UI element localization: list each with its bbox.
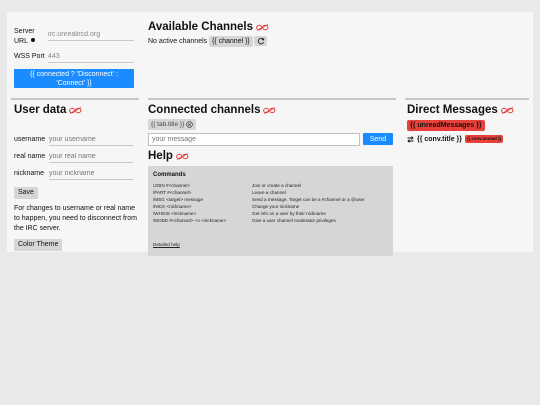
- command-name: /PART #<channel>: [153, 190, 192, 196]
- wss-port-input[interactable]: [48, 53, 134, 63]
- channel-chip[interactable]: {{ channel }}: [209, 36, 253, 47]
- app-window: Server URL WSS Port {{ connected ? 'Disc…: [7, 12, 533, 256]
- channel-tab-label: {{ tab.title }}: [151, 121, 185, 128]
- direct-messages-panel: Direct Messages {{ unreadMessages }} {{ …: [405, 100, 529, 250]
- unread-messages-badge: {{ unreadMessages }}: [407, 120, 485, 131]
- disconnect-note: For changes to username or real name to …: [14, 205, 137, 232]
- nickname-input[interactable]: [49, 170, 133, 180]
- command-name: /WHOIS <nickname>: [153, 211, 197, 217]
- realname-input[interactable]: [49, 153, 133, 163]
- command-name: /MSG <target> message: [153, 197, 204, 203]
- command-list: /JOIN #<channel> /PART #<channel> /MSG <…: [153, 182, 226, 225]
- wss-port-label: WSS Port: [14, 53, 45, 60]
- direct-messages-title: Direct Messages: [407, 104, 514, 117]
- status-dot-icon: [31, 38, 36, 42]
- command-desc-list: Join or create a channel Leave a channel…: [252, 182, 365, 225]
- server-url-input[interactable]: [48, 31, 134, 41]
- no-channels-text: No active channels: [148, 38, 208, 45]
- username-label: username: [14, 136, 46, 143]
- help-box: Commands /JOIN #<channel> /PART #<channe…: [148, 166, 393, 256]
- swap-arrows-icon: [407, 135, 414, 143]
- connected-channels-panel: Connected channels {{ tab.title }} Send …: [148, 100, 396, 256]
- message-input[interactable]: [148, 133, 360, 146]
- commands-title: Commands: [153, 172, 186, 178]
- channel-tab[interactable]: {{ tab.title }}: [148, 119, 197, 130]
- save-button[interactable]: Save: [14, 187, 38, 199]
- eye-slash-icon[interactable]: [176, 151, 189, 163]
- detailed-help-link[interactable]: Detailed help: [153, 242, 180, 247]
- command-desc: Change your nickname: [252, 204, 300, 210]
- eye-slash-icon[interactable]: [256, 22, 269, 34]
- command-desc: Give a user channel moderator privileges: [252, 218, 336, 224]
- command-name: /JOIN #<channel>: [153, 183, 191, 188]
- user-data-panel: User data username real name nickname Sa…: [7, 100, 139, 251]
- command-desc: Leave a channel: [252, 190, 286, 196]
- server-url-label: Server URL: [14, 28, 36, 45]
- send-button[interactable]: Send: [363, 133, 393, 145]
- refresh-button[interactable]: [254, 36, 267, 46]
- nickname-label: nickname: [14, 170, 44, 177]
- user-data-title: User data: [14, 104, 82, 117]
- realname-label: real name: [14, 153, 46, 160]
- command-desc: Send a message. Target can be a #channel…: [252, 197, 365, 203]
- username-input[interactable]: [49, 136, 133, 146]
- connected-channels-title: Connected channels: [148, 104, 276, 117]
- command-desc: Join or create a channel: [252, 183, 302, 188]
- color-theme-button[interactable]: Color Theme: [14, 239, 63, 251]
- conversation-item[interactable]: {{ conv.title }} {{ conv.unread }}: [407, 135, 504, 143]
- available-channels-title: Available Channels: [148, 21, 269, 34]
- command-name: /MODE #<channel> +o <nickname>: [153, 218, 227, 224]
- refresh-icon: [257, 37, 264, 45]
- available-channels-panel: Available Channels No active channels {{…: [148, 12, 396, 98]
- eye-slash-icon[interactable]: [263, 105, 276, 117]
- help-title: Help: [148, 150, 189, 163]
- command-desc: Get info on a user by their nickname: [252, 211, 326, 217]
- conversation-unread-badge: {{ conv.unread }}: [465, 135, 504, 143]
- eye-slash-icon[interactable]: [69, 105, 82, 117]
- eye-slash-icon[interactable]: [500, 105, 514, 117]
- conversation-title: {{ conv.title }}: [417, 135, 462, 143]
- connect-button[interactable]: {{ connected ? 'Disconnect' : 'Connect' …: [14, 69, 134, 88]
- close-icon[interactable]: [186, 121, 194, 128]
- command-name: /NICK <nickname>: [153, 204, 192, 210]
- server-panel: Server URL WSS Port {{ connected ? 'Disc…: [7, 12, 139, 98]
